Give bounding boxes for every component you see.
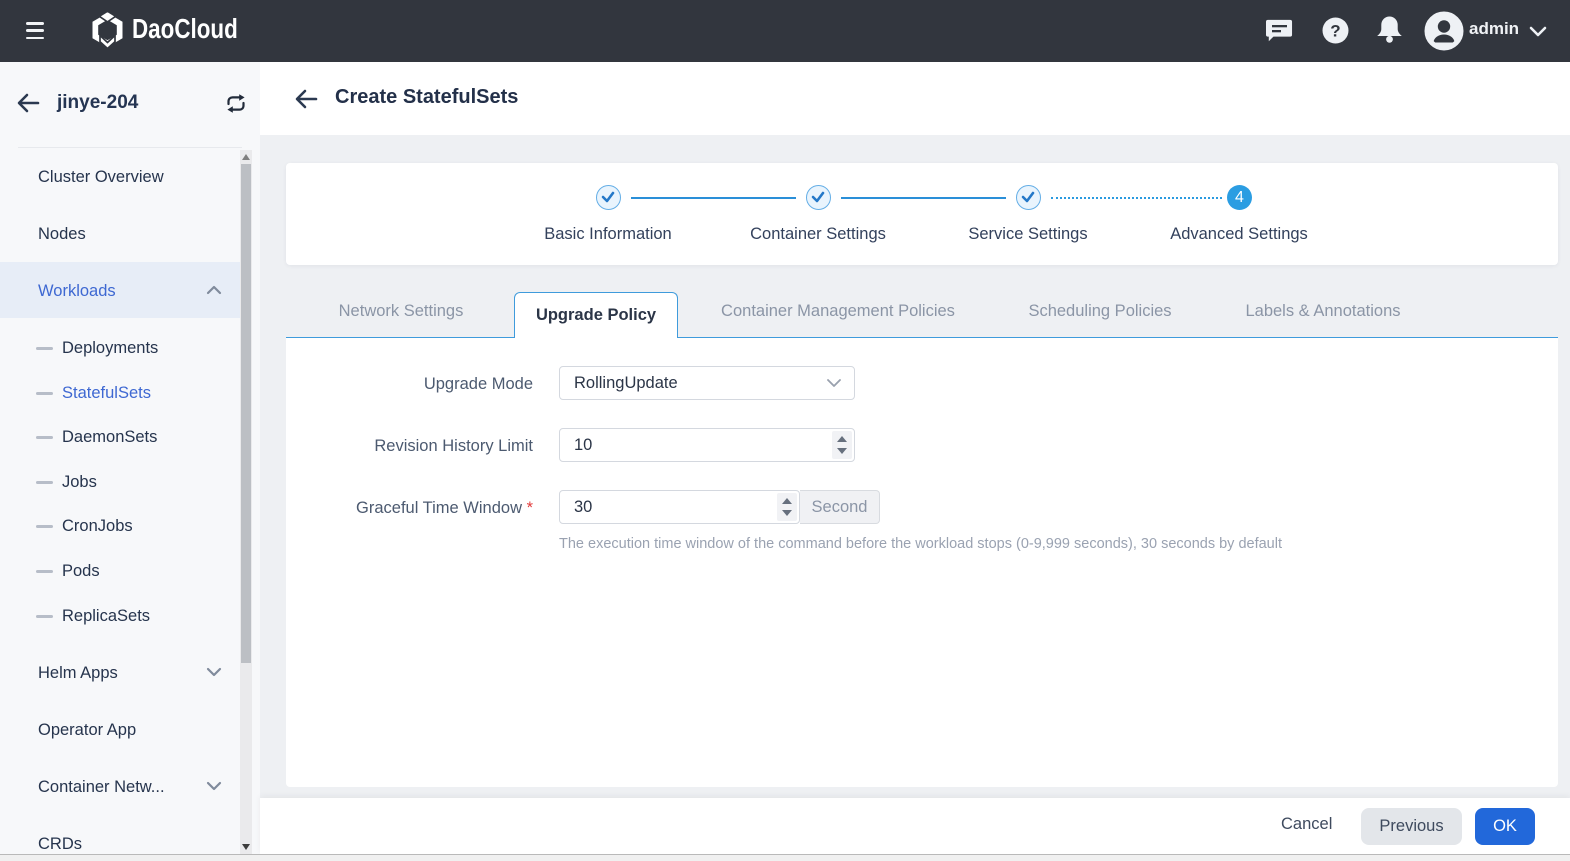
svg-text:?: ? bbox=[1330, 22, 1340, 41]
